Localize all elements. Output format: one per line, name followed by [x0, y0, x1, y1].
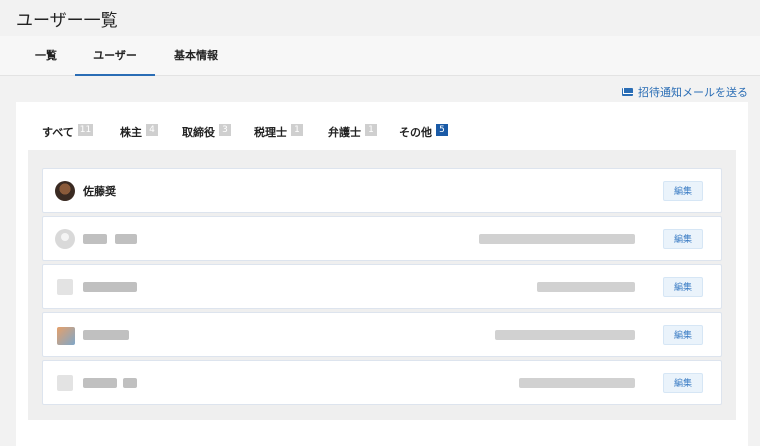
- edit-button[interactable]: 編集: [663, 229, 703, 249]
- blurred-name: [123, 378, 137, 388]
- filter-tab-lawyer[interactable]: 弁護士 1: [328, 124, 377, 152]
- blurred-name: [115, 234, 137, 244]
- blurred-email: [479, 234, 635, 244]
- avatar: [55, 181, 75, 201]
- tab-overview[interactable]: 一覧: [26, 36, 66, 76]
- avatar: [55, 229, 75, 249]
- blurred-name: [83, 378, 117, 388]
- blurred-name: [83, 282, 137, 292]
- blurred-email: [519, 378, 635, 388]
- edit-button[interactable]: 編集: [663, 181, 703, 201]
- count-badge: 1: [365, 124, 377, 136]
- count-badge: 4: [146, 124, 158, 136]
- filter-tab-all[interactable]: すべて 11: [42, 124, 94, 152]
- blurred-email: [495, 330, 635, 340]
- send-invite-link[interactable]: 招待通知メールを送る: [622, 84, 748, 100]
- avatar: [57, 327, 75, 345]
- user-list: 佐藤奨 編集 編集 編集 編集 編集: [28, 150, 736, 420]
- top-tab-bar: 一覧 ユーザー 基本情報: [0, 36, 760, 76]
- user-row: 編集: [42, 312, 722, 357]
- count-badge: 11: [77, 124, 94, 136]
- filter-tab-label: 弁護士: [328, 126, 361, 139]
- count-badge: 5: [436, 124, 448, 136]
- filter-tab-label: 取締役: [182, 126, 215, 139]
- edit-button[interactable]: 編集: [663, 277, 703, 297]
- filter-tab-label: すべて: [42, 126, 74, 139]
- user-list-card: すべて 11 株主 4 取締役 3 税理士 1 弁護士 1 その他 5 佐藤奨 編集 編集: [16, 102, 748, 446]
- filter-tab-director[interactable]: 取締役 3: [182, 124, 231, 152]
- filter-tab-other[interactable]: その他 5: [386, 124, 460, 152]
- avatar: [57, 279, 73, 295]
- tab-basic-info[interactable]: 基本情報: [164, 36, 228, 76]
- filter-tab-label: 株主: [120, 126, 142, 139]
- user-name: 佐藤奨: [83, 185, 116, 198]
- edit-button[interactable]: 編集: [663, 373, 703, 393]
- send-invite-label: 招待通知メールを送る: [638, 86, 748, 99]
- user-row: 編集: [42, 216, 722, 261]
- avatar: [57, 375, 73, 391]
- blurred-name: [83, 234, 107, 244]
- user-row: 佐藤奨 編集: [42, 168, 722, 213]
- filter-tab-label: 税理士: [254, 126, 287, 139]
- tab-users[interactable]: ユーザー: [75, 36, 155, 76]
- page-title: ユーザー一覧: [16, 11, 118, 31]
- count-badge: 1: [291, 124, 303, 136]
- user-row: 編集: [42, 264, 722, 309]
- edit-button[interactable]: 編集: [663, 325, 703, 345]
- mail-icon: [622, 88, 633, 96]
- user-row: 編集: [42, 360, 722, 405]
- filter-tab-label: その他: [399, 126, 432, 139]
- filter-tab-shareholder[interactable]: 株主 4: [120, 124, 158, 152]
- blurred-name: [83, 330, 129, 340]
- blurred-email: [537, 282, 635, 292]
- count-badge: 3: [219, 124, 231, 136]
- filter-tab-tax-accountant[interactable]: 税理士 1: [254, 124, 303, 152]
